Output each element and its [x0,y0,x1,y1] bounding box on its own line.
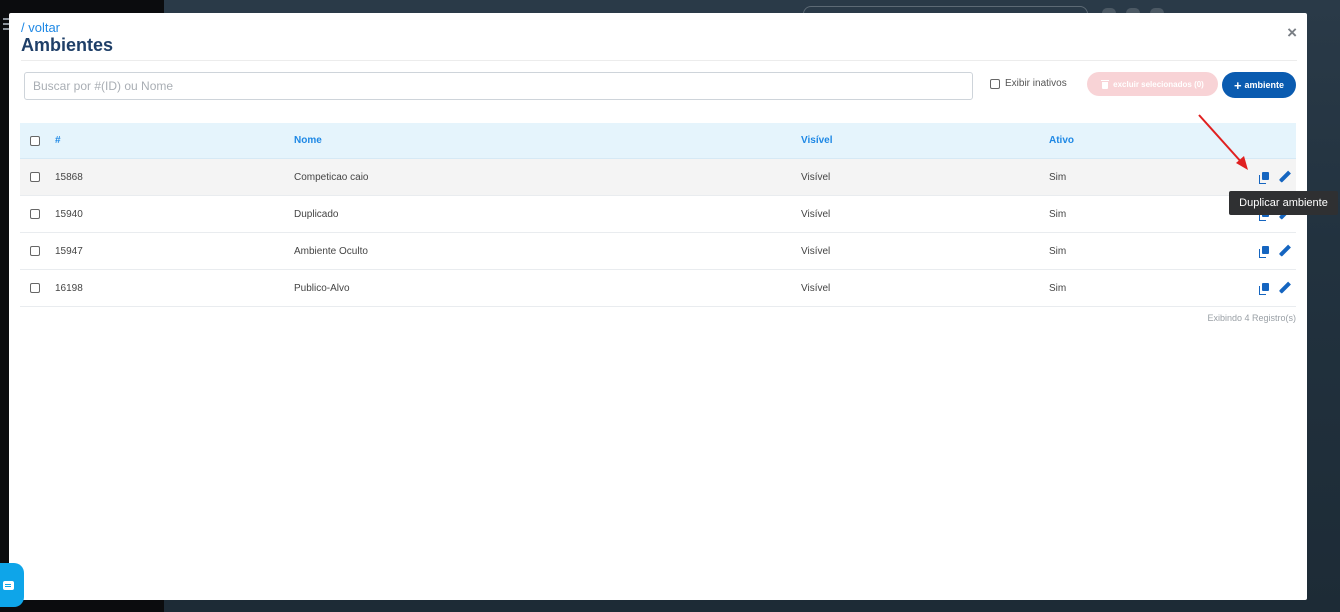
edit-icon[interactable] [1279,245,1291,257]
row-id: 16198 [55,282,83,294]
duplicate-icon[interactable] [1259,171,1269,184]
duplicate-icon[interactable] [1259,245,1269,258]
ambientes-table: # Nome Visível Ativo 15868 Competicao ca… [20,123,1296,307]
row-checkbox[interactable] [30,246,40,256]
row-active: Sim [1049,208,1067,220]
select-all-checkbox[interactable] [30,135,40,146]
row-id: 15947 [55,245,83,257]
table-row: 16198 Publico-Alvo Visível Sim [20,270,1296,307]
page-title: Ambientes [21,35,114,55]
row-id: 15940 [55,208,83,220]
row-active: Sim [1049,282,1067,294]
duplicate-tooltip: Duplicar ambiente [1229,191,1338,215]
back-link[interactable]: / voltar [21,20,60,35]
column-header-active[interactable]: Ativo [1049,135,1219,146]
row-name: Ambiente Oculto [294,245,368,257]
plus-icon: + [1233,77,1242,93]
table-header: # Nome Visível Ativo [20,123,1296,159]
row-name: Competicao caio [294,171,369,183]
show-inactive-label: Exibir inativos [1005,78,1067,89]
show-inactive-toggle[interactable]: Exibir inativos [990,78,1067,89]
table-row: 15940 Duplicado Visível Sim [20,196,1296,233]
row-visible: Visível [801,282,831,294]
delete-selected-button[interactable]: excluir selecionados (0) [1087,72,1218,96]
column-header-name[interactable]: Nome [294,135,801,146]
column-header-visible[interactable]: Visível [801,135,1049,146]
row-name: Publico-Alvo [294,282,350,294]
row-visible: Visível [801,208,831,220]
header-divider [21,60,1297,61]
row-checkbox[interactable] [30,172,40,182]
chat-icon [3,580,14,590]
column-header-id[interactable]: # [55,135,294,146]
row-checkbox[interactable] [30,209,40,219]
chat-button[interactable] [0,563,24,607]
record-count: Exibindo 4 Registro(s) [1207,313,1296,323]
ambientes-modal: / voltar Ambientes × Exibir inativos exc… [9,13,1307,600]
table-row: 15868 Competicao caio Visível Sim [20,159,1296,196]
row-id: 15868 [55,171,83,183]
row-checkbox[interactable] [30,283,40,293]
edit-icon[interactable] [1279,171,1291,183]
row-name: Duplicado [294,208,339,220]
trash-icon [1101,79,1110,89]
duplicate-icon[interactable] [1259,282,1269,295]
edit-icon[interactable] [1279,282,1291,294]
close-icon[interactable]: × [1287,24,1297,41]
add-ambiente-label: ambiente [1244,80,1285,90]
search-input[interactable] [24,72,973,100]
row-active: Sim [1049,171,1067,183]
show-inactive-checkbox[interactable] [990,78,1000,89]
add-ambiente-button[interactable]: + ambiente [1222,72,1296,98]
delete-selected-label: excluir selecionados (0) [1113,79,1204,89]
table-row: 15947 Ambiente Oculto Visível Sim [20,233,1296,270]
row-visible: Visível [801,171,831,183]
row-active: Sim [1049,245,1067,257]
row-visible: Visível [801,245,831,257]
